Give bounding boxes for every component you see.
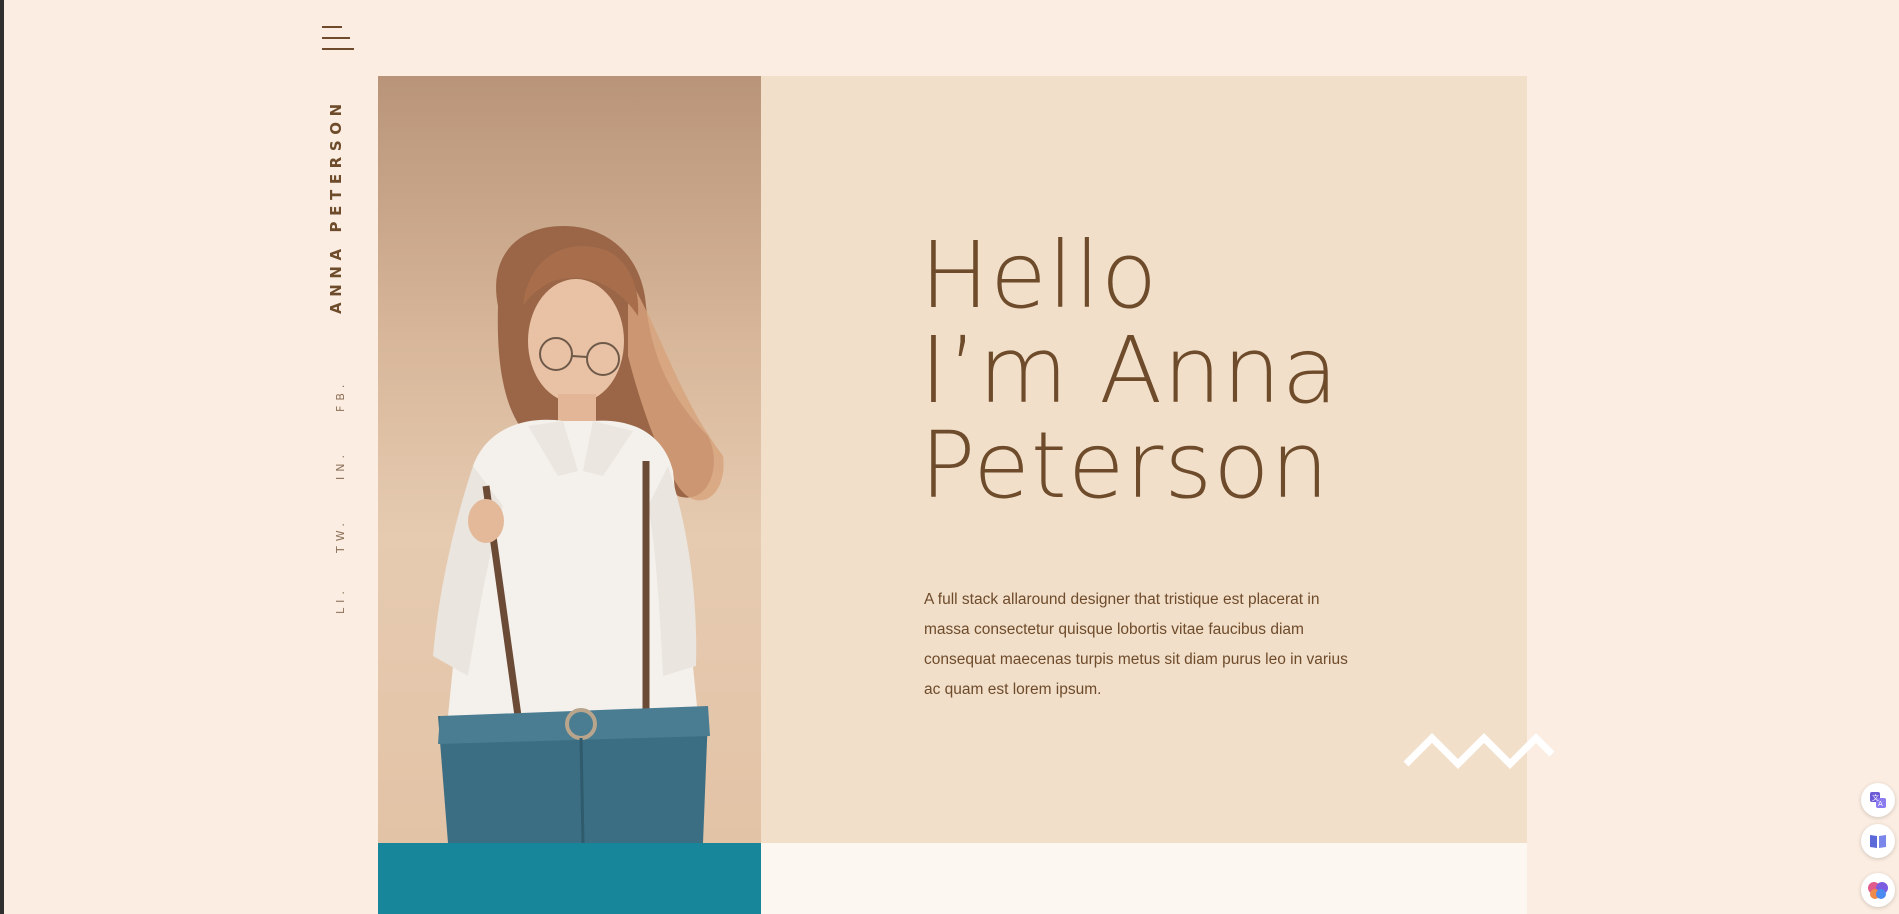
- svg-text:A: A: [1878, 800, 1883, 808]
- zigzag-decoration: [1403, 733, 1554, 769]
- brain-extension-button[interactable]: [1861, 873, 1895, 907]
- cream-block: [761, 843, 1527, 914]
- social-link-fb[interactable]: FB.: [334, 380, 347, 412]
- portrait-photo: [378, 76, 761, 843]
- translate-extension-button[interactable]: 文 A: [1861, 783, 1895, 817]
- reader-extension-button[interactable]: [1861, 824, 1895, 858]
- teal-block: [378, 843, 761, 914]
- hero-description: A full stack allaround designer that tri…: [924, 591, 1348, 698]
- hero-title-line-2: I’m Anna: [920, 317, 1340, 424]
- hamburger-menu-icon: [322, 26, 342, 28]
- hero-title-line-1: Hello: [920, 222, 1159, 329]
- window-edge: [0, 0, 4, 914]
- site-name: ANNA PETERSON: [327, 98, 345, 314]
- hero-title-line-3: Peterson: [920, 412, 1330, 519]
- portrait-illustration: [433, 226, 724, 843]
- reader-icon: [1870, 835, 1886, 848]
- translate-icon: 文 A: [1870, 792, 1886, 808]
- hero-title: Hello I’m Anna Peterson: [920, 228, 1339, 513]
- portfolio-page: ANNA PETERSON FB. IN. TW. LI. Hello I’m …: [0, 0, 1899, 914]
- social-link-in[interactable]: IN.: [334, 450, 347, 480]
- menu-button[interactable]: [322, 26, 354, 50]
- brain-icon: [1868, 882, 1888, 899]
- social-link-li[interactable]: LI.: [334, 586, 347, 614]
- social-link-tw[interactable]: TW.: [334, 518, 347, 553]
